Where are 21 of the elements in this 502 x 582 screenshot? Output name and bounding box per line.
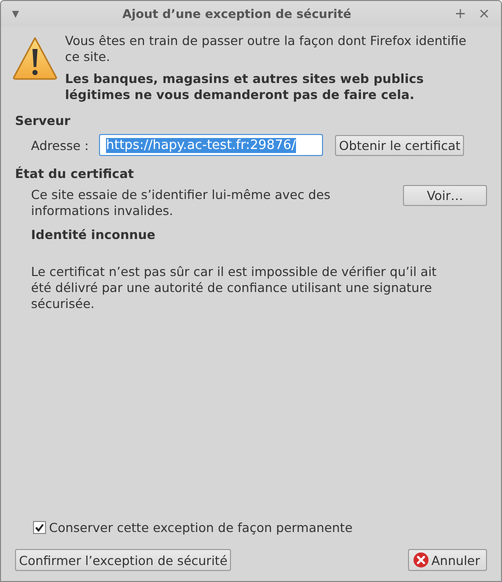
get-certificate-button[interactable]: Obtenir le certificat [335, 134, 464, 156]
certificate-summary: Ce site essaie de s’identifier lui-même avec des informations invalides. [31, 187, 332, 219]
confirm-button[interactable]: Confirmer l’exception de sécurité [15, 549, 232, 571]
section-heading: Serveur [15, 113, 72, 128]
problem-title: Identité inconnue [31, 227, 156, 242]
window-control-button[interactable]: × [475, 6, 493, 22]
address-label: Adresse : [31, 138, 90, 152]
window-title: Ajout d’une exception de sécurité [121, 7, 352, 21]
check-icon [35, 523, 44, 532]
cancel-icon [413, 552, 430, 568]
section-heading: État du certificat [15, 166, 135, 181]
permanent-checkbox[interactable] [33, 521, 46, 534]
warning-icon [11, 35, 59, 81]
problem-text: Le certificat n’est pas sûr car il est impossible de vérifier qu’il ait été délivré par une autorité de confiance utilisant une signature sécurisée. [31, 264, 438, 312]
window-menu-button[interactable]: ▾ [9, 6, 22, 22]
view-button[interactable]: Voir… [403, 185, 487, 206]
checkbox-label: Conserver cette exception de façon permanente [49, 520, 353, 535]
cancel-button[interactable]: Annuler [408, 549, 487, 571]
warning-text: Vous êtes en train de passer outre la façon dont Firefox identifie ce site. [65, 33, 468, 65]
window-control-button[interactable]: + [452, 6, 470, 22]
warning-bold-text: Les banques, magasins et autres sites web publics légitimes ne vous demanderont pas de faire cela. [65, 71, 425, 103]
